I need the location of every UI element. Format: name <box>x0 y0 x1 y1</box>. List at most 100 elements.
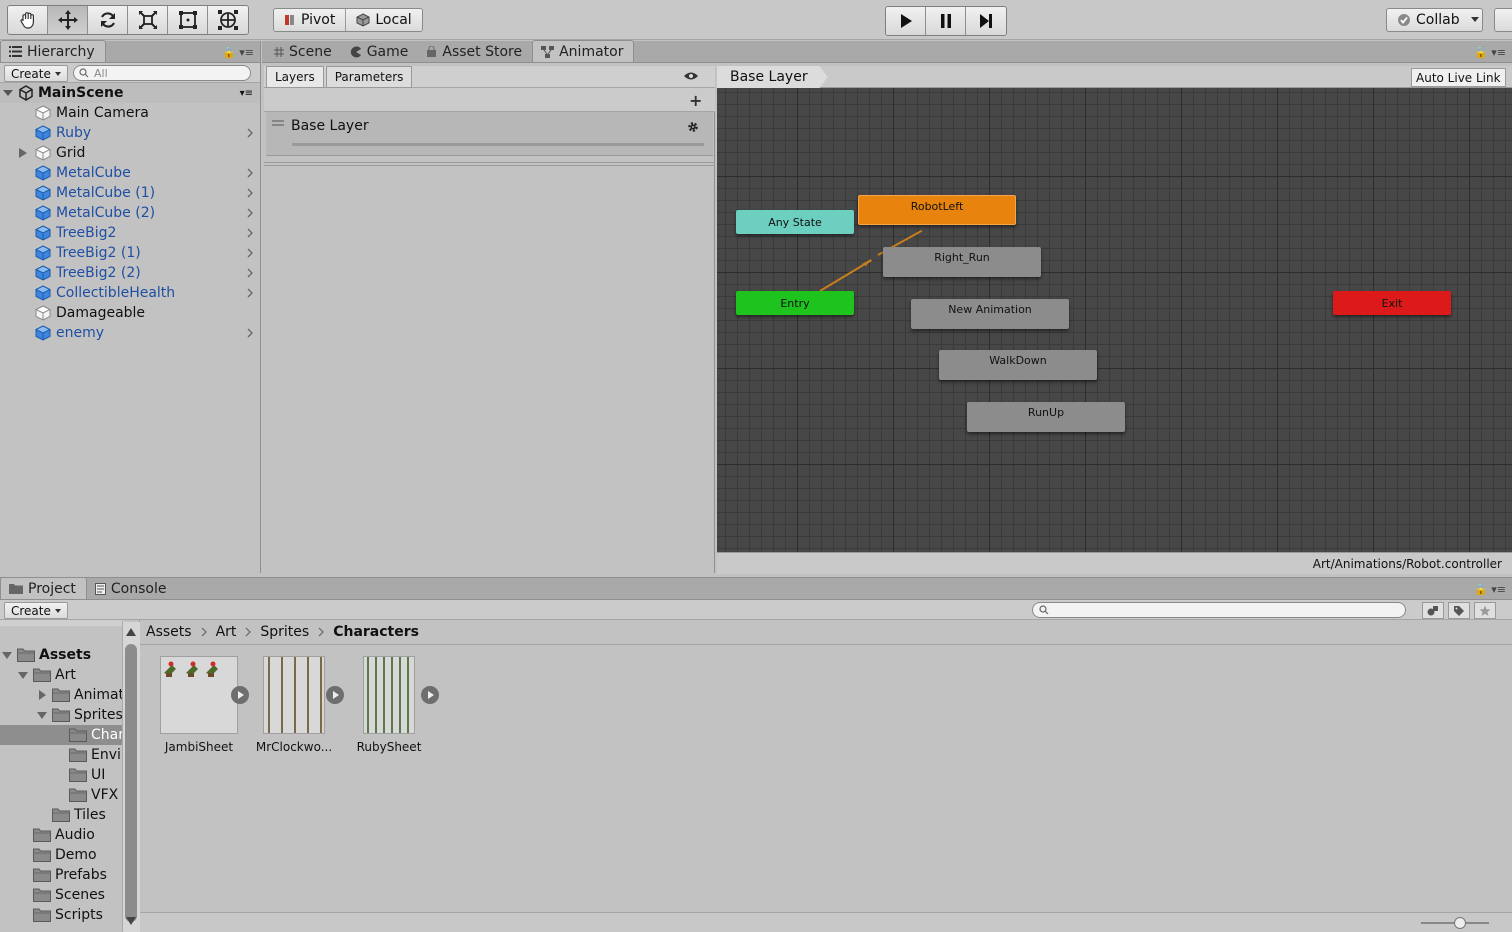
tab-console[interactable]: Console <box>87 578 177 599</box>
favorites-button[interactable] <box>1474 602 1496 619</box>
tree-folder-prefabs[interactable]: Prefabs <box>0 865 122 885</box>
eye-icon[interactable] <box>683 71 699 81</box>
asset-mrclockwork[interactable]: MrClockwo... <box>244 656 344 754</box>
tab-game[interactable]: Game <box>342 41 419 62</box>
prefab-open-chevron-icon[interactable] <box>246 328 254 338</box>
layer-weight-slider[interactable] <box>292 143 704 146</box>
tree-folder-sprites[interactable]: Sprites <box>0 705 122 725</box>
prefab-open-chevron-icon[interactable] <box>246 248 254 258</box>
local-button[interactable]: Local <box>346 9 422 31</box>
prefab-open-chevron-icon[interactable] <box>246 208 254 218</box>
hierarchy-item[interactable]: TreeBig2 (1) <box>0 243 260 263</box>
scene-menu-icon[interactable]: ▾≡ <box>240 88 253 99</box>
rotate-tool-button[interactable] <box>88 6 128 34</box>
drag-handle-icon[interactable] <box>272 120 284 128</box>
breadcrumb-art[interactable]: Art <box>216 624 237 640</box>
runup-node[interactable]: RunUp <box>967 402 1125 432</box>
robotleft-node[interactable]: RobotLeft <box>858 195 1016 225</box>
tree-folder-scripts[interactable]: Scripts <box>0 905 122 925</box>
walkdown-node[interactable]: WalkDown <box>939 350 1097 380</box>
hierarchy-item[interactable]: TreeBig2 <box>0 223 260 243</box>
auto-live-link-button[interactable]: Auto Live Link <box>1411 68 1506 87</box>
collapse-arrow-icon[interactable] <box>2 650 12 660</box>
entry-node[interactable]: Entry <box>736 291 854 315</box>
expand-arrow-icon[interactable] <box>37 690 47 700</box>
hierarchy-item[interactable]: MetalCube (2) <box>0 203 260 223</box>
scroll-down-icon[interactable] <box>126 917 136 925</box>
tree-folder-characters[interactable]: Char <box>0 725 122 745</box>
filter-by-type-button[interactable] <box>1422 602 1444 619</box>
tree-folder-environment[interactable]: Envi <box>0 745 122 765</box>
scroll-up-icon[interactable] <box>126 628 136 636</box>
project-panel-menu[interactable]: 🔒 ▾≡ <box>1474 583 1506 596</box>
scene-row[interactable]: MainScene ▾≡ <box>0 83 260 103</box>
graph-breadcrumb[interactable]: Base Layer <box>717 66 828 88</box>
hierarchy-item[interactable]: TreeBig2 (2) <box>0 263 260 283</box>
expand-arrow-icon[interactable] <box>19 148 27 158</box>
pivot-button[interactable]: Pivot <box>274 9 347 31</box>
hand-tool-button[interactable] <box>8 6 48 34</box>
transform-all-tool-button[interactable] <box>208 6 248 34</box>
tab-layers[interactable]: Layers <box>266 66 324 88</box>
layer-row[interactable]: Base Layer <box>266 112 713 156</box>
asset-jambisheet[interactable]: JambiSheet <box>149 656 249 754</box>
new-animation-node[interactable]: New Animation <box>911 299 1069 329</box>
tree-folder-audio[interactable]: Audio <box>0 825 122 845</box>
collapse-arrow-icon[interactable] <box>37 710 47 720</box>
collapse-arrow-icon[interactable] <box>18 670 28 680</box>
tree-folder-assets[interactable]: Assets <box>0 645 122 665</box>
tab-scene[interactable]: Scene <box>266 41 342 62</box>
tab-project[interactable]: Project <box>0 577 87 599</box>
hierarchy-item[interactable]: MetalCube <box>0 163 260 183</box>
account-button[interactable] <box>1494 8 1512 32</box>
hierarchy-create-button[interactable]: Create <box>4 65 68 82</box>
hierarchy-item[interactable]: Main Camera <box>0 103 260 123</box>
collab-button[interactable]: Collab <box>1386 8 1483 32</box>
tree-folder-animations[interactable]: Animat <box>0 685 122 705</box>
hierarchy-panel-menu[interactable]: 🔒 ▾≡ <box>222 46 254 59</box>
tree-folder-ui[interactable]: UI <box>0 765 122 785</box>
scroll-thumb[interactable] <box>125 644 137 922</box>
hierarchy-item[interactable]: Ruby <box>0 123 260 143</box>
hierarchy-item[interactable]: Grid <box>0 143 260 163</box>
prefab-open-chevron-icon[interactable] <box>246 128 254 138</box>
tree-folder-art[interactable]: Art <box>0 665 122 685</box>
tree-folder-tiles[interactable]: Tiles <box>0 805 122 825</box>
slider-thumb[interactable] <box>1454 917 1466 929</box>
tree-folder-demo[interactable]: Demo <box>0 845 122 865</box>
breadcrumb-assets[interactable]: Assets <box>146 624 192 640</box>
hierarchy-item[interactable]: Damageable <box>0 303 260 323</box>
project-create-button[interactable]: Create <box>4 602 68 619</box>
center-panel-menu[interactable]: 🔒 ▾≡ <box>1474 46 1506 59</box>
prefab-open-chevron-icon[interactable] <box>246 268 254 278</box>
any-state-node[interactable]: Any State <box>736 210 854 234</box>
hierarchy-search-input[interactable]: All <box>73 65 251 81</box>
tree-scrollbar[interactable] <box>122 622 140 932</box>
project-search-input[interactable] <box>1032 602 1406 618</box>
prefab-open-chevron-icon[interactable] <box>246 168 254 178</box>
play-button[interactable] <box>886 7 926 35</box>
gear-icon[interactable] <box>687 121 699 133</box>
hierarchy-item[interactable]: CollectibleHealth <box>0 283 260 303</box>
filter-by-label-button[interactable] <box>1448 602 1470 619</box>
breadcrumb-sprites[interactable]: Sprites <box>260 624 309 640</box>
thumbnail-size-slider[interactable] <box>1421 917 1489 929</box>
prefab-open-chevron-icon[interactable] <box>246 228 254 238</box>
tab-animator[interactable]: Animator <box>532 40 635 62</box>
step-button[interactable] <box>966 7 1006 35</box>
right-run-node[interactable]: Right_Run <box>883 247 1041 277</box>
tree-folder-scenes[interactable]: Scenes <box>0 885 122 905</box>
rect-tool-button[interactable] <box>168 6 208 34</box>
tab-asset-store[interactable]: Asset Store <box>418 41 532 62</box>
tab-hierarchy[interactable]: Hierarchy <box>0 40 106 62</box>
expand-sprite-button[interactable] <box>421 686 439 704</box>
tab-parameters[interactable]: Parameters <box>325 66 413 88</box>
animator-graph[interactable] <box>717 88 1512 552</box>
prefab-open-chevron-icon[interactable] <box>246 188 254 198</box>
hierarchy-item[interactable]: MetalCube (1) <box>0 183 260 203</box>
tree-folder-vfx[interactable]: VFX <box>0 785 122 805</box>
scale-tool-button[interactable] <box>128 6 168 34</box>
breadcrumb-characters[interactable]: Characters <box>333 624 419 640</box>
add-layer-button[interactable]: + <box>689 91 702 110</box>
prefab-open-chevron-icon[interactable] <box>246 288 254 298</box>
